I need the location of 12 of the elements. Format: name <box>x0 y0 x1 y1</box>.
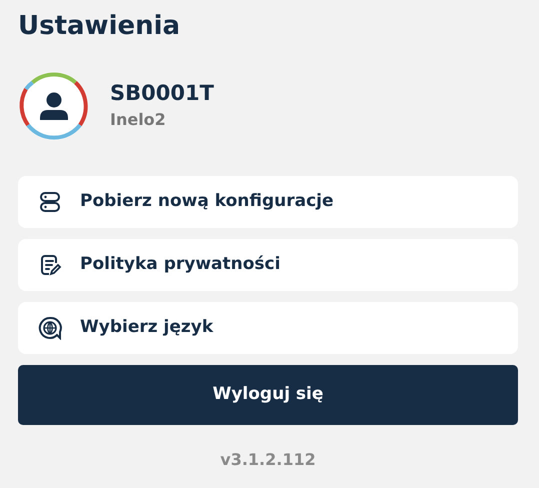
globe-chat-icon <box>38 316 62 340</box>
menu-item[interactable]: Polityka prywatności <box>18 239 518 291</box>
document-pen-icon <box>38 253 62 277</box>
user-name: SB0001T <box>110 80 214 106</box>
avatar-ring-drawing <box>18 70 90 142</box>
logout-button[interactable]: Wyloguj się <box>18 365 518 425</box>
version-label: v3.1.2.112 <box>220 450 316 469</box>
menu-item[interactable]: Wybierz język <box>18 302 518 354</box>
page-title: Ustawienia <box>18 10 182 43</box>
server-icon <box>38 190 62 214</box>
menu-item[interactable]: Pobierz nową konfiguracje <box>18 176 518 228</box>
user-subtitle: Inelo2 <box>110 109 167 131</box>
